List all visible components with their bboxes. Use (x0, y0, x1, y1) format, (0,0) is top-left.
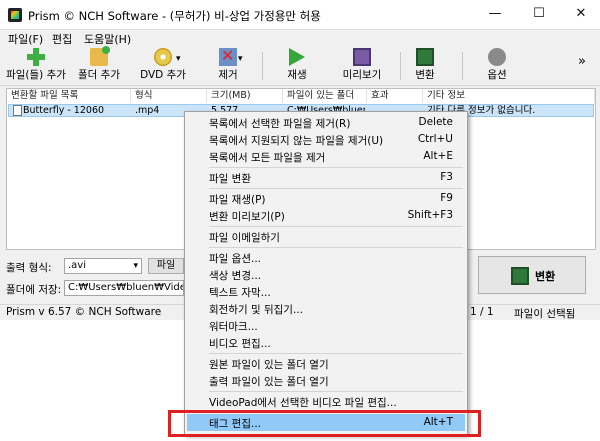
preview-icon (353, 48, 371, 66)
menu-separator (209, 188, 463, 189)
preview-label: 미리보기 (342, 69, 382, 81)
context-menu-item[interactable]: 회전하기 및 뒤집기... (187, 300, 465, 317)
add-dvd-label: DVD 추가 (140, 69, 186, 81)
context-menu-item[interactable]: 파일 재생(P) F9 (187, 190, 465, 207)
toolbar-separator (400, 52, 401, 80)
output-format-label: 출력 형식: (6, 262, 52, 274)
selection-status: 파일이 선택됨 (514, 308, 576, 320)
convert-button-label: 변환 (535, 270, 556, 283)
context-menu-item[interactable]: 텍스트 자막... (187, 283, 465, 300)
file-icon (13, 105, 22, 116)
column-header-filename[interactable]: 변환할 파일 목록 (7, 89, 131, 103)
menu-separator (209, 167, 463, 168)
toolbar: 파일(들) 추가 폴더 추가 DVD 추가 ▾ 제거 ▾ 재생 미리보기 변환 (0, 46, 600, 86)
remove-icon (219, 46, 237, 66)
play-button[interactable]: 재생 (282, 48, 312, 84)
context-menu-item[interactable]: VideoPad에서 선택한 비디오 파일 편집... (187, 393, 465, 410)
add-folder-label: 폴더 추가 (78, 69, 120, 81)
toolbar-overflow-button[interactable]: » (578, 54, 586, 69)
preview-button[interactable]: 미리보기 (340, 48, 384, 84)
chevron-down-icon: ▾ (133, 261, 138, 271)
context-menu-item[interactable]: 목록에서 선택한 파일을 제거(R) Delete (187, 114, 465, 131)
close-button[interactable]: ✕ (566, 4, 596, 24)
convert-icon (416, 48, 434, 66)
context-menu-item[interactable]: 비디오 편집... (187, 334, 465, 351)
add-plus-icon (27, 48, 45, 66)
column-header-effect[interactable]: 효과 (367, 89, 423, 103)
menu-bar: 파일(F) 편집 도움말(H) (0, 30, 600, 46)
prism-app-icon (8, 8, 22, 22)
maximize-button[interactable]: ☐ (524, 4, 554, 24)
options-label: 옵션 (487, 69, 507, 81)
version-text: Prism v 6.57 © NCH Software (6, 306, 162, 318)
folder-add-icon (90, 46, 110, 66)
context-menu-item[interactable]: 목록에서 지원되지 않는 파일을 제거(U) Ctrl+U (187, 131, 465, 148)
menu-separator (209, 247, 463, 248)
dvd-icon (154, 48, 172, 66)
convert-icon (511, 267, 529, 285)
save-folder-label: 폴더에 저장: (6, 284, 62, 296)
window-title: Prism © NCH Software - (무허가) 비-상업 가정용만 허… (28, 9, 321, 23)
menu-separator (209, 353, 463, 354)
selection-count: 1 / 1 (470, 306, 494, 318)
add-files-button[interactable]: 파일(들) 추가 (4, 48, 68, 84)
output-format-select[interactable]: .avi ▾ (64, 258, 142, 274)
minimize-button[interactable]: — (480, 4, 510, 24)
context-menu-item[interactable]: 원본 파일이 있는 폴더 열기 (187, 355, 465, 372)
save-folder-field[interactable]: C:₩Users₩bluen₩Videos (64, 280, 184, 296)
output-options-button[interactable]: 파일 (148, 258, 184, 274)
row-filename: Butterfly - 12060 (23, 105, 105, 116)
gear-icon (488, 48, 506, 66)
prism-window: Prism © NCH Software - (무허가) 비-상업 가정용만 허… (0, 0, 600, 441)
play-label: 재생 (287, 69, 307, 81)
menu-file[interactable]: 파일(F) (8, 31, 43, 47)
context-menu: 목록에서 선택한 파일을 제거(R) Delete 목록에서 지원되지 않는 파일… (184, 111, 468, 435)
context-menu-item[interactable]: 워터마크... (187, 317, 465, 334)
remove-dropdown-arrow[interactable]: ▾ (238, 54, 243, 64)
play-icon (289, 48, 305, 66)
context-menu-item[interactable]: 파일 변환 F3 (187, 169, 465, 186)
context-menu-item[interactable]: 색상 변경... (187, 266, 465, 283)
output-format-value: .avi (68, 260, 87, 271)
column-header-size[interactable]: 크기(MB) (207, 89, 283, 103)
remove-label: 제거 (218, 69, 238, 81)
context-menu-item[interactable]: 변환 미리보기(P) Shift+F3 (187, 207, 465, 224)
context-menu-item[interactable]: 출력 파일이 있는 폴더 열기 (187, 372, 465, 389)
highlight-annotation-box (168, 410, 481, 437)
convert-label: 변환 (415, 69, 435, 81)
options-button[interactable]: 옵션 (482, 48, 512, 84)
menu-help[interactable]: 도움말(H) (84, 31, 131, 47)
context-menu-item[interactable]: 목록에서 모든 파일을 제거 Alt+E (187, 148, 465, 165)
context-menu-item[interactable]: 파일 이메일하기 (187, 228, 465, 245)
add-folder-button[interactable]: 폴더 추가 (74, 46, 124, 84)
toolbar-separator (262, 52, 263, 80)
title-bar: Prism © NCH Software - (무허가) 비-상업 가정용만 허… (0, 0, 600, 30)
menu-edit[interactable]: 편집 (52, 31, 72, 47)
convert-button[interactable]: 변환 (478, 256, 586, 294)
toolbar-separator (462, 52, 463, 80)
context-menu-item[interactable]: 파일 옵션... (187, 249, 465, 266)
column-header-folder[interactable]: 파일이 있는 폴더 (283, 89, 367, 103)
add-files-label: 파일(들) 추가 (6, 69, 66, 81)
column-header-format[interactable]: 형식 (131, 89, 207, 103)
convert-toolbar-button[interactable]: 변환 (410, 48, 440, 84)
column-header-info[interactable]: 기타 정보 (423, 89, 595, 103)
dvd-dropdown-arrow[interactable]: ▾ (176, 54, 181, 64)
menu-separator (209, 391, 463, 392)
menu-separator (209, 226, 463, 227)
